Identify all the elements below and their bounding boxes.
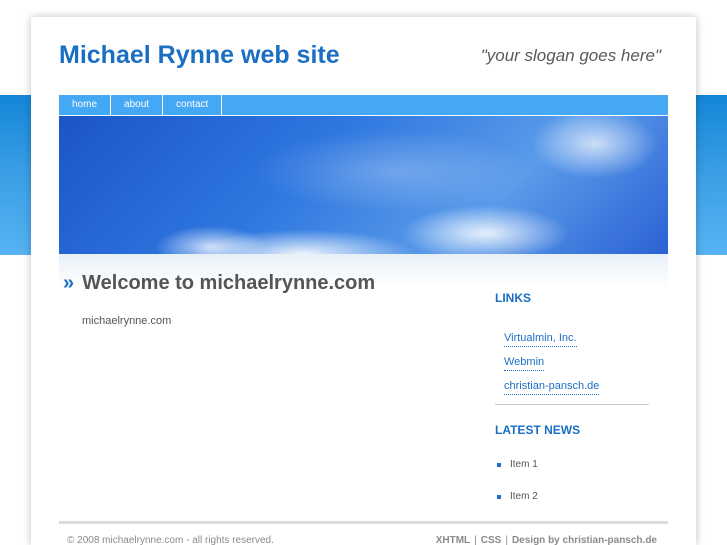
css-link[interactable]: CSS <box>481 535 502 545</box>
latest-news-heading: LATEST NEWS <box>495 423 581 437</box>
footer-copyright: © 2008 michaelrynne.com - all rights res… <box>67 535 274 545</box>
xhtml-link[interactable]: XHTML <box>436 535 470 545</box>
page-container: Michael Rynne web site "your slogan goes… <box>31 17 696 545</box>
news-item: Item 2 <box>497 491 538 523</box>
intro-text: michaelrynne.com <box>82 315 172 327</box>
news-item: Item 1 <box>497 459 538 491</box>
main-nav: home about contact <box>59 95 668 115</box>
footer-separator: | <box>505 535 508 545</box>
sidebar-divider <box>495 404 649 405</box>
news-item-label: Item 1 <box>510 459 538 470</box>
nav-item-about[interactable]: about <box>111 95 164 115</box>
list-item: christian-pansch.de <box>504 374 600 398</box>
links-heading: LINKS <box>495 291 531 305</box>
footer-separator: | <box>474 535 477 545</box>
link-christian-pansch[interactable]: christian-pansch.de <box>504 380 600 395</box>
footer-links: XHTML | CSS | Design by christian-pansch.de <box>436 535 657 545</box>
nav-item-home[interactable]: home <box>59 95 112 115</box>
site-slogan: "your slogan goes here" <box>480 46 661 65</box>
site-title[interactable]: Michael Rynne web site <box>59 41 340 70</box>
news-list: Item 1 Item 2 <box>497 459 538 523</box>
footer-divider <box>59 521 668 524</box>
list-item: Webmin <box>504 350 599 374</box>
bullet-icon <box>497 495 501 499</box>
page-heading: » Welcome to michaelrynne.com <box>63 272 375 295</box>
design-credit-link[interactable]: Design by christian-pansch.de <box>512 535 657 545</box>
page-heading-text: Welcome to michaelrynne.com <box>82 272 376 294</box>
raquo-icon: » <box>63 272 75 294</box>
bullet-icon <box>497 463 501 467</box>
sky-banner-image <box>59 116 668 254</box>
nav-item-contact[interactable]: contact <box>163 95 223 115</box>
links-list: Virtualmin, Inc. Webmin christian-pansch… <box>504 326 600 398</box>
link-virtualmin[interactable]: Virtualmin, Inc. <box>504 332 577 347</box>
news-item-label: Item 2 <box>510 491 538 502</box>
link-webmin[interactable]: Webmin <box>504 356 545 371</box>
list-item: Virtualmin, Inc. <box>504 326 599 350</box>
